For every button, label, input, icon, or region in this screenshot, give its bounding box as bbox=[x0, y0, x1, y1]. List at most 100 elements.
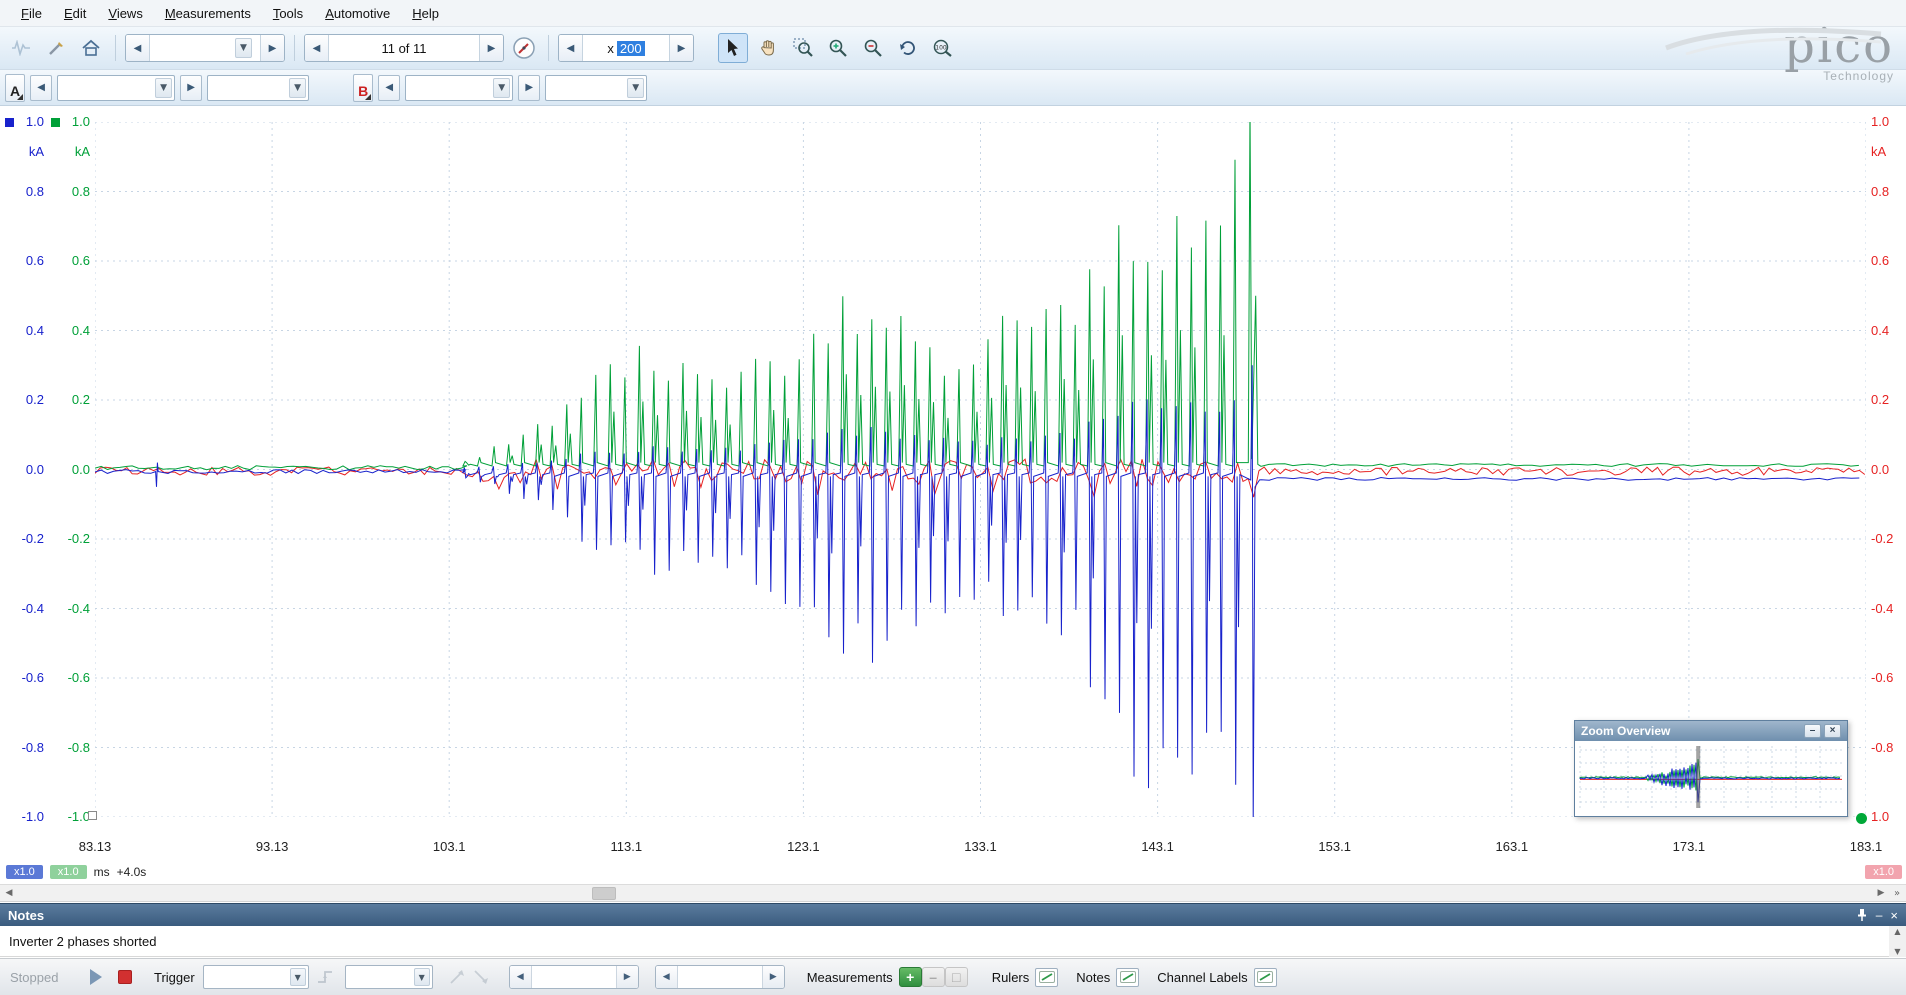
waveform-prev-button[interactable]: ◀ bbox=[126, 35, 150, 61]
channel-a-probe-combo[interactable]: ▼ bbox=[207, 75, 309, 101]
minimize-icon[interactable]: – bbox=[1804, 724, 1821, 738]
pin-icon[interactable] bbox=[1856, 908, 1868, 922]
scope-plot[interactable] bbox=[95, 122, 1866, 817]
menu-automotive[interactable]: Automotive bbox=[314, 2, 401, 25]
chevron-down-icon[interactable]: ▼ bbox=[155, 78, 172, 98]
undo-zoom-button[interactable] bbox=[893, 33, 923, 63]
y-tick-a: -0.6 bbox=[0, 670, 44, 685]
y-tick-b: 0.8 bbox=[46, 184, 90, 199]
pointer-tool-button[interactable] bbox=[718, 33, 748, 63]
waveform-library-button[interactable] bbox=[6, 33, 36, 63]
buffer-next-button[interactable]: ▶ bbox=[479, 35, 503, 61]
channel-a-prev-button[interactable]: ◀ bbox=[30, 75, 52, 101]
scroll-down-icon[interactable]: ▼ bbox=[1894, 947, 1900, 956]
channel-b-next-button[interactable]: ▶ bbox=[518, 75, 540, 101]
zoom-region-handle[interactable] bbox=[88, 811, 97, 820]
pretrigger-up-button[interactable]: ▶ bbox=[762, 966, 784, 988]
zoom-factor-field[interactable]: x 200 bbox=[583, 35, 669, 61]
zoom-in-tool-button[interactable] bbox=[823, 33, 853, 63]
right-scale-badge[interactable]: x1.0 bbox=[1865, 865, 1902, 879]
channel-b-scale-badge[interactable]: x1.0 bbox=[50, 865, 87, 879]
chevron-down-icon[interactable]: ▼ bbox=[493, 78, 510, 98]
waveform-combo[interactable]: ▼ bbox=[150, 35, 260, 61]
stop-capture-button[interactable] bbox=[118, 970, 132, 984]
notes-panel-header[interactable]: Notes – × bbox=[0, 903, 1906, 926]
start-capture-button[interactable] bbox=[90, 969, 102, 985]
pretrigger-field[interactable] bbox=[678, 966, 762, 988]
channel-b-button[interactable]: B bbox=[353, 74, 373, 102]
x-tick: 103.1 bbox=[414, 839, 484, 854]
trigger-level-field[interactable] bbox=[532, 966, 616, 988]
trigger-level-down-button[interactable]: ◀ bbox=[510, 966, 532, 988]
channel-a-button[interactable]: A bbox=[5, 74, 25, 102]
trigger-mode-combo[interactable]: ▼ bbox=[203, 965, 309, 989]
zoom-window-tool-button[interactable] bbox=[788, 33, 818, 63]
menu-file[interactable]: File bbox=[10, 2, 53, 25]
chevron-down-icon[interactable]: ▼ bbox=[235, 38, 252, 58]
trigger-settings-button[interactable] bbox=[313, 964, 339, 990]
y-tick-a: -0.8 bbox=[0, 740, 44, 755]
minimize-icon[interactable]: – bbox=[1876, 908, 1883, 922]
menu-bar: FileEditViewsMeasurementsToolsAutomotive… bbox=[0, 0, 1906, 27]
delete-measurement-button[interactable]: □ bbox=[945, 967, 968, 987]
edit-probe-button[interactable] bbox=[41, 33, 71, 63]
zoom-overview-body[interactable] bbox=[1575, 741, 1847, 816]
menu-edit[interactable]: Edit bbox=[53, 2, 97, 25]
close-icon[interactable]: × bbox=[1890, 908, 1898, 923]
waveform-next-button[interactable]: ▶ bbox=[260, 35, 284, 61]
measurements-label: Measurements bbox=[807, 970, 893, 985]
y-tick-b: 1.0 bbox=[46, 114, 90, 129]
trigger-source-combo[interactable]: ▼ bbox=[345, 965, 433, 989]
trigger-marker[interactable] bbox=[1856, 813, 1867, 824]
scrollbar-thumb[interactable] bbox=[592, 887, 616, 900]
zoom-out-tool-button[interactable] bbox=[858, 33, 888, 63]
menu-views[interactable]: Views bbox=[97, 2, 153, 25]
chevron-down-icon[interactable]: ▼ bbox=[289, 78, 306, 98]
hand-tool-button[interactable] bbox=[753, 33, 783, 63]
zoom-100-button[interactable]: 100 bbox=[928, 33, 958, 63]
scroll-up-icon[interactable]: ▲ bbox=[1894, 927, 1900, 936]
chevron-down-icon[interactable]: ▼ bbox=[414, 968, 430, 986]
channel-a-scale-badge[interactable]: x1.0 bbox=[6, 865, 43, 879]
brand-subtitle: Technology bbox=[1664, 69, 1894, 83]
notes-toggle-button[interactable] bbox=[1116, 968, 1139, 987]
buffer-overview-button[interactable] bbox=[509, 33, 539, 63]
channel-a-range-combo[interactable]: ▼ bbox=[57, 75, 175, 101]
channel-b-range-combo[interactable]: ▼ bbox=[405, 75, 513, 101]
channel-b-probe-combo[interactable]: ▼ bbox=[545, 75, 647, 101]
horizontal-scrollbar[interactable]: ◀ ▶ » bbox=[0, 884, 1906, 902]
zoom-overview-window[interactable]: Zoom Overview – × bbox=[1574, 720, 1848, 817]
y-tick-a: -1.0 bbox=[0, 809, 44, 824]
add-measurement-button[interactable]: + bbox=[899, 967, 922, 987]
menu-tools[interactable]: Tools bbox=[262, 2, 314, 25]
chevron-down-icon[interactable]: ▼ bbox=[290, 968, 306, 986]
menu-measurements[interactable]: Measurements bbox=[154, 2, 262, 25]
y-tick-b: -0.6 bbox=[46, 670, 90, 685]
zoom-increase-button[interactable]: ▶ bbox=[669, 35, 693, 61]
notes-panel-body[interactable]: Inverter 2 phases shorted bbox=[0, 926, 1906, 957]
notes-text[interactable]: Inverter 2 phases shorted bbox=[9, 934, 156, 949]
edit-measurement-button[interactable]: – bbox=[922, 967, 945, 987]
scroll-left-button[interactable]: ◀ bbox=[0, 885, 18, 901]
y-tick-right: -0.2 bbox=[1871, 531, 1906, 546]
channel-b-prev-button[interactable]: ◀ bbox=[378, 75, 400, 101]
notes-scrollbar[interactable]: ▲▼ bbox=[1889, 926, 1906, 957]
falling-edge-icon[interactable] bbox=[469, 965, 493, 989]
rulers-label: Rulers bbox=[992, 970, 1030, 985]
scroll-overflow-button[interactable]: » bbox=[1888, 885, 1906, 901]
home-button[interactable] bbox=[76, 33, 106, 63]
menu-help[interactable]: Help bbox=[401, 2, 450, 25]
channel-a-next-button[interactable]: ▶ bbox=[180, 75, 202, 101]
zoom-overview-titlebar[interactable]: Zoom Overview – × bbox=[1575, 721, 1847, 741]
trigger-level-up-button[interactable]: ▶ bbox=[616, 966, 638, 988]
rulers-toggle-button[interactable] bbox=[1035, 968, 1058, 987]
close-icon[interactable]: × bbox=[1824, 724, 1841, 738]
channel-labels-toggle-button[interactable] bbox=[1254, 968, 1277, 987]
pretrigger-down-button[interactable]: ◀ bbox=[656, 966, 678, 988]
chevron-down-icon[interactable]: ▼ bbox=[627, 78, 644, 98]
buffer-prev-button[interactable]: ◀ bbox=[305, 35, 329, 61]
zoom-decrease-button[interactable]: ◀ bbox=[559, 35, 583, 61]
rising-edge-icon[interactable] bbox=[445, 965, 469, 989]
mini-zoom-region[interactable] bbox=[1696, 746, 1700, 808]
buffer-position-field[interactable]: 11 of 11 bbox=[329, 35, 479, 61]
